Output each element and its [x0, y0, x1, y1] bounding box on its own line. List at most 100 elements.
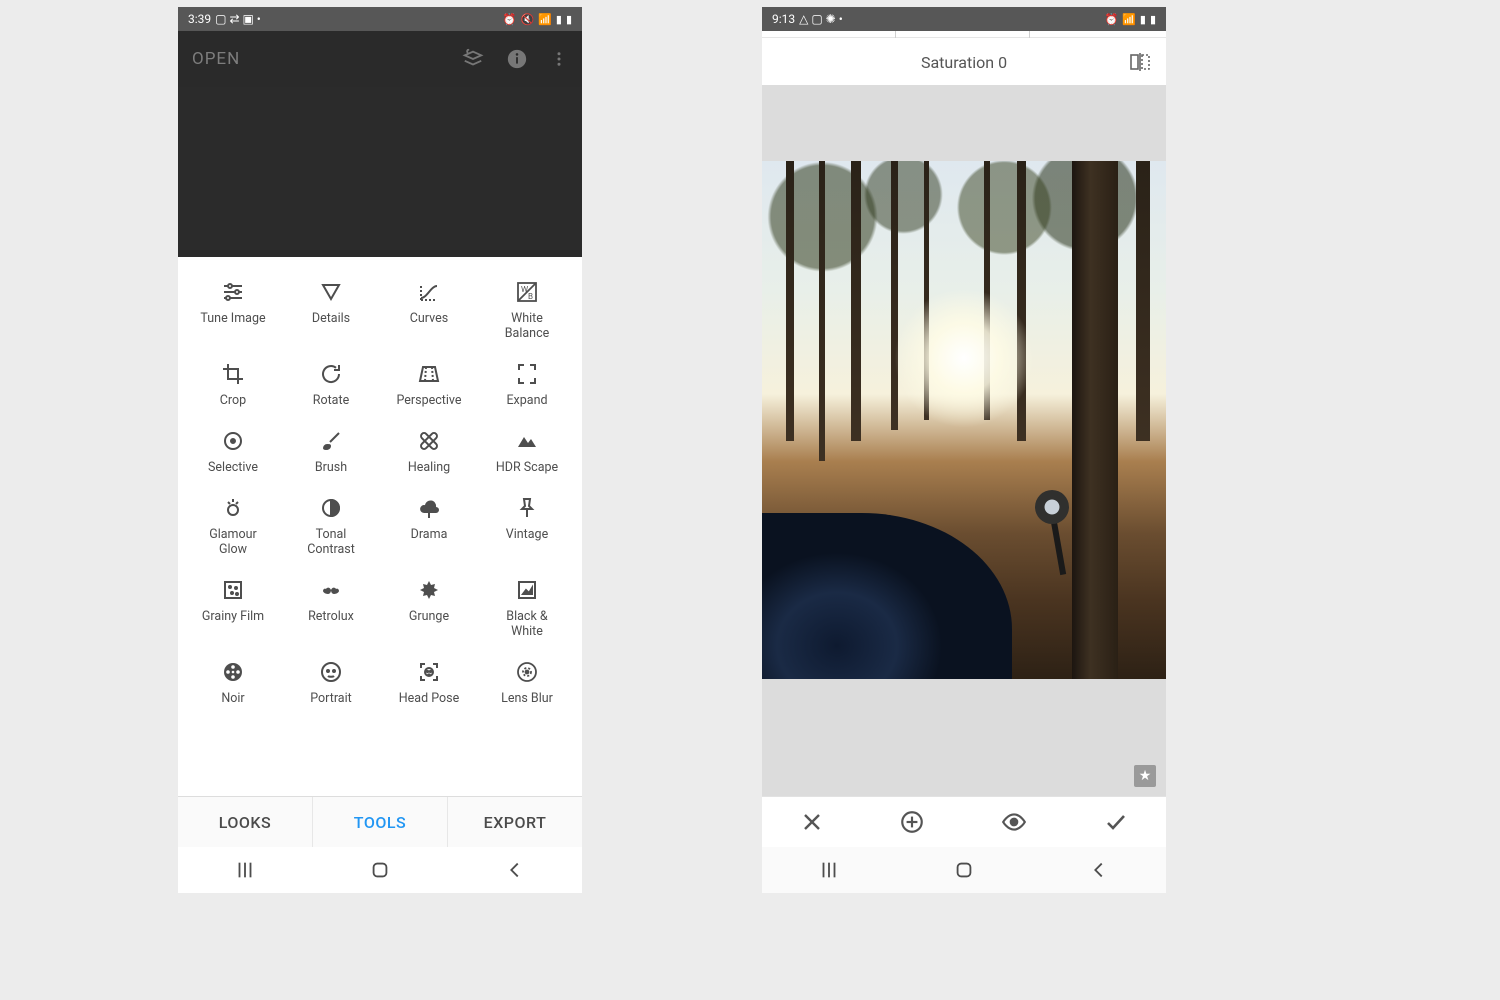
nav-recent-icon[interactable] — [817, 859, 841, 881]
tool-tonal-contrast[interactable]: TonalContrast — [282, 491, 380, 561]
nav-recent-icon[interactable] — [233, 859, 257, 881]
svg-text:B: B — [528, 292, 533, 301]
tool-rotate[interactable]: Rotate — [282, 357, 380, 412]
tool-label: Tune Image — [200, 311, 265, 326]
tool-brush[interactable]: Brush — [282, 424, 380, 479]
half-circle-icon — [318, 495, 344, 521]
tab-looks[interactable]: LOOKS — [178, 797, 313, 847]
adjust-value: 0 — [998, 53, 1007, 72]
favorite-badge-icon[interactable]: ★ — [1134, 765, 1156, 787]
tool-label: Grunge — [409, 609, 449, 624]
android-nav-bar — [178, 847, 582, 893]
tool-noir[interactable]: Noir — [184, 655, 282, 710]
aperture-icon — [514, 659, 540, 685]
nav-back-icon[interactable] — [503, 859, 527, 881]
tool-label: Grainy Film — [202, 609, 264, 624]
apply-button[interactable] — [1091, 802, 1141, 842]
tool-label: Drama — [411, 527, 448, 542]
tool-expand[interactable]: Expand — [478, 357, 576, 412]
compare-icon[interactable] — [1128, 50, 1152, 74]
photo-canvas-area[interactable]: ★ — [762, 85, 1166, 797]
status-misc-icons: ▢ ⇄ ▣ • — [215, 12, 261, 26]
info-icon[interactable] — [506, 48, 528, 70]
tool-hdr-scape[interactable]: HDR Scape — [478, 424, 576, 479]
tool-label: Curves — [410, 311, 448, 326]
app-header: OPEN — [178, 31, 582, 87]
tool-label: GlamourGlow — [209, 527, 257, 557]
tool-drama[interactable]: Drama — [380, 491, 478, 561]
add-adjustment-button[interactable] — [887, 801, 937, 843]
tool-label: HDR Scape — [496, 460, 558, 475]
tool-selective[interactable]: Selective — [184, 424, 282, 479]
tool-label: TonalContrast — [307, 527, 355, 557]
overflow-menu-icon[interactable] — [550, 48, 568, 70]
status-time: 9:13 — [772, 12, 795, 26]
grunge-icon — [416, 577, 442, 603]
expand-icon — [514, 361, 540, 387]
tool-grainy-film[interactable]: Grainy Film — [184, 573, 282, 643]
tool-head-pose[interactable]: Head Pose — [380, 655, 478, 710]
photo-preview[interactable] — [762, 161, 1166, 679]
bandage-icon — [416, 428, 442, 454]
tool-details[interactable]: Details — [282, 275, 380, 345]
wb-icon: WB — [514, 279, 540, 305]
grain-icon — [220, 577, 246, 603]
curves-icon — [416, 279, 442, 305]
brush-icon — [318, 428, 344, 454]
tool-grunge[interactable]: Grunge — [380, 573, 478, 643]
face-scan-icon — [416, 659, 442, 685]
tool-label: Healing — [408, 460, 450, 475]
status-signal-icon: ▮ — [1140, 13, 1146, 26]
tool-glamour-glow[interactable]: GlamourGlow — [184, 491, 282, 561]
tool-label: Selective — [208, 460, 258, 475]
tool-portrait[interactable]: Portrait — [282, 655, 380, 710]
bw-icon — [514, 577, 540, 603]
tool-retrolux[interactable]: Retrolux — [282, 573, 380, 643]
tool-label: WhiteBalance — [505, 311, 550, 341]
rotate-icon — [318, 361, 344, 387]
open-button[interactable]: OPEN — [192, 49, 462, 69]
status-signal-icon: ▮ — [556, 13, 562, 26]
status-alarm-icon: ⏰ — [1104, 13, 1118, 26]
tool-label: Crop — [220, 393, 246, 408]
mustache-icon — [318, 577, 344, 603]
preview-toggle-button[interactable] — [988, 801, 1040, 843]
tool-label: Expand — [506, 393, 547, 408]
crop-icon — [220, 361, 246, 387]
status-battery-icon: ▮ — [1150, 13, 1156, 26]
tool-crop[interactable]: Crop — [184, 357, 282, 412]
tool-label: Black &White — [506, 609, 547, 639]
tool-white-balance[interactable]: WB WhiteBalance — [478, 275, 576, 345]
status-battery-icon: ▮ — [566, 13, 572, 26]
tool-label: Head Pose — [399, 691, 460, 706]
tool-label: Retrolux — [308, 609, 354, 624]
phone-editing-view: 9:13 △ ▢ ✺ • ⏰ 📶 ▮ ▮ Saturation 0 — [762, 7, 1166, 893]
tab-tools[interactable]: TOOLS — [313, 797, 448, 847]
android-status-bar: 3:39 ▢ ⇄ ▣ • ⏰ 🔇 📶 ▮ ▮ — [178, 7, 582, 31]
nav-home-icon[interactable] — [368, 859, 392, 881]
adjust-label: Saturation — [921, 53, 994, 72]
image-preview-dimmed — [178, 87, 582, 257]
sliders-icon — [220, 279, 246, 305]
tool-lens-blur[interactable]: Lens Blur — [478, 655, 576, 710]
histogram-strip — [762, 31, 1166, 38]
layers-icon[interactable] — [462, 48, 484, 70]
tab-export[interactable]: EXPORT — [448, 797, 582, 847]
cancel-button[interactable] — [788, 802, 836, 842]
tool-vintage[interactable]: Vintage — [478, 491, 576, 561]
nav-back-icon[interactable] — [1087, 859, 1111, 881]
tool-perspective[interactable]: Perspective — [380, 357, 478, 412]
mountain-icon — [514, 428, 540, 454]
nav-home-icon[interactable] — [952, 859, 976, 881]
tool-label: Vintage — [506, 527, 548, 542]
tool-healing[interactable]: Healing — [380, 424, 478, 479]
status-misc-icons: △ ▢ ✺ • — [799, 12, 843, 26]
tool-label: Rotate — [313, 393, 349, 408]
tool-curves[interactable]: Curves — [380, 275, 478, 345]
tool-tune-image[interactable]: Tune Image — [184, 275, 282, 345]
adjustment-readout[interactable]: Saturation 0 — [762, 38, 1166, 86]
sparkle-icon — [220, 495, 246, 521]
tool-black-white[interactable]: Black &White — [478, 573, 576, 643]
tool-label: Brush — [315, 460, 347, 475]
android-nav-bar — [762, 847, 1166, 893]
